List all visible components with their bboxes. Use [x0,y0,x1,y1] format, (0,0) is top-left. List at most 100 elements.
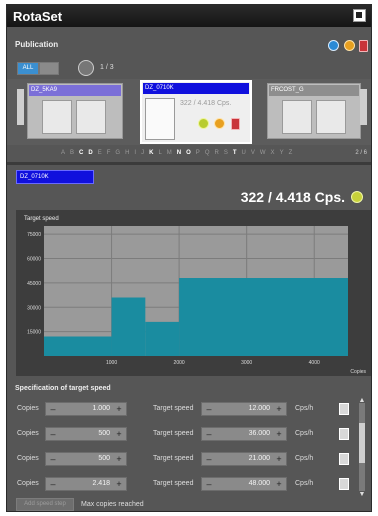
trash-icon[interactable] [339,403,349,415]
view-single-toggle[interactable] [39,62,59,75]
increment-button[interactable]: + [112,428,126,440]
copies-value[interactable]: 1.000 [92,403,110,415]
alphabet-letter[interactable]: R [214,150,223,156]
clock-icon[interactable] [78,60,94,76]
increment-button[interactable]: + [112,403,126,415]
target-speed-label: Target speed [153,430,194,437]
specification-heading: Specification of target speed [15,385,111,392]
alphabet-letter[interactable]: W [260,150,271,156]
copies-stepper[interactable]: – 2.418 + [45,477,127,491]
alphabet-letter[interactable]: Y [280,150,289,156]
y-tick-label: 75000 [27,232,41,238]
target-speed-label: Target speed [153,480,194,487]
target-speed-stepper[interactable]: – 12.000 + [201,402,287,416]
scrollbar-thumb[interactable] [359,423,365,463]
play-icon[interactable] [198,118,209,129]
target-speed-stepper[interactable]: – 48.000 + [201,477,287,491]
thumbnail-label: FRCOST_G [269,85,359,96]
increment-button[interactable]: + [272,403,286,415]
publication-controls: ALL 1 / 3 [7,59,371,77]
alphabet-letter[interactable]: O [186,150,196,156]
trash-icon[interactable] [339,453,349,465]
rotaset-window: RotaSet Publication ALL 1 / 3 DZ_5KA9 DZ… [6,4,372,512]
copies-stepper[interactable]: – 500 + [45,427,127,441]
page-preview [42,100,72,134]
publication-thumbnail-selected[interactable]: DZ_0710K 322 / 4.418 Cps. [140,80,252,144]
trash-icon[interactable] [339,478,349,490]
alphabet-letter[interactable]: S [224,150,233,156]
speed-step-row: Copies –500 + Target speed –36.000 + Cps/h [7,426,371,444]
thumbnail-info: 322 / 4.418 Cps. [180,100,232,107]
alphabet-letter[interactable]: J [141,150,149,156]
increment-button[interactable]: + [272,478,286,490]
x-tick-label: 3000 [241,360,252,366]
target-speed-value[interactable]: 36.000 [249,428,270,440]
alphabet-letter[interactable]: P [196,150,205,156]
increment-button[interactable]: + [272,453,286,465]
section-divider [7,162,371,165]
play-icon[interactable] [351,191,363,203]
decrement-button[interactable]: – [46,453,60,465]
alphabet-letter[interactable]: D [88,150,97,156]
alphabet-letter[interactable]: L [158,150,166,156]
unit-label: Cps/h [295,430,314,437]
settings-icon[interactable] [344,40,355,51]
alphabet-letter[interactable]: T [233,150,242,156]
copies-stepper[interactable]: – 500 + [45,452,127,466]
view-all-toggle[interactable]: ALL [17,62,39,75]
window-maximize-icon[interactable] [353,9,366,22]
decrement-button[interactable]: – [202,428,216,440]
trash-icon[interactable] [339,428,349,440]
target-speed-stepper[interactable]: – 36.000 + [201,427,287,441]
decrement-button[interactable]: – [46,478,60,490]
specification-scrollbar[interactable] [359,403,365,491]
add-icon[interactable] [328,40,339,51]
page-preview [316,100,346,134]
delete-icon[interactable] [359,40,368,52]
decrement-button[interactable]: – [46,428,60,440]
target-speed-label: Target speed [153,405,194,412]
target-speed-value[interactable]: 48.000 [249,478,270,490]
target-speed-value[interactable]: 21.000 [249,453,270,465]
copies-value[interactable]: 500 [98,428,110,440]
increment-button[interactable]: + [112,453,126,465]
decrement-button[interactable]: – [202,403,216,415]
copies-stepper[interactable]: – 1.000 + [45,402,127,416]
scroll-left-arrow[interactable] [17,89,24,125]
copies-value[interactable]: 500 [98,453,110,465]
decrement-button[interactable]: – [202,478,216,490]
alphabet-letter[interactable]: A [61,150,70,156]
publication-label: Publication [15,40,59,49]
alphabet-letter[interactable]: E [98,150,107,156]
alphabet-letter[interactable]: M [167,150,177,156]
scroll-up-icon[interactable]: ▲ [358,397,366,405]
alphabet-letter[interactable]: Z [289,150,298,156]
delete-icon[interactable] [231,118,240,130]
decrement-button[interactable]: – [202,453,216,465]
scroll-right-arrow[interactable] [360,89,367,125]
alphabet-letter[interactable]: G [115,150,125,156]
publication-thumbnail[interactable]: DZ_5KA9 [27,83,123,139]
speed-step-row: Copies –500 + Target speed –21.000 + Cps/h [7,451,371,469]
increment-button[interactable]: + [272,428,286,440]
target-speed-stepper[interactable]: – 21.000 + [201,452,287,466]
alphabet-letter[interactable]: N [177,150,186,156]
publication-thumbnail[interactable]: FRCOST_G [267,83,361,139]
page-preview [145,98,175,140]
alphabet-letter[interactable]: X [271,150,280,156]
alphabet-letter[interactable]: U [242,150,251,156]
alphabet-filter[interactable]: ABCDEFGHIJKLMNOPQRSTUVWXYZ [61,150,371,160]
add-speed-step-button[interactable]: Add speed step [16,498,74,511]
copies-value[interactable]: 2.418 [92,478,110,490]
alphabet-letter[interactable]: C [79,150,88,156]
max-copies-message: Max copies reached [81,501,144,508]
speed-step-row: Copies –1.000 + Target speed –12.000 + Cps/h [7,401,371,419]
publication-header: Publication [7,37,371,55]
alphabet-letter[interactable]: B [70,150,79,156]
decrement-button[interactable]: – [46,403,60,415]
edit-icon[interactable] [214,118,225,129]
alphabet-letter[interactable]: V [251,150,260,156]
unit-label: Cps/h [295,405,314,412]
increment-button[interactable]: + [112,478,126,490]
target-speed-value[interactable]: 12.000 [249,403,270,415]
